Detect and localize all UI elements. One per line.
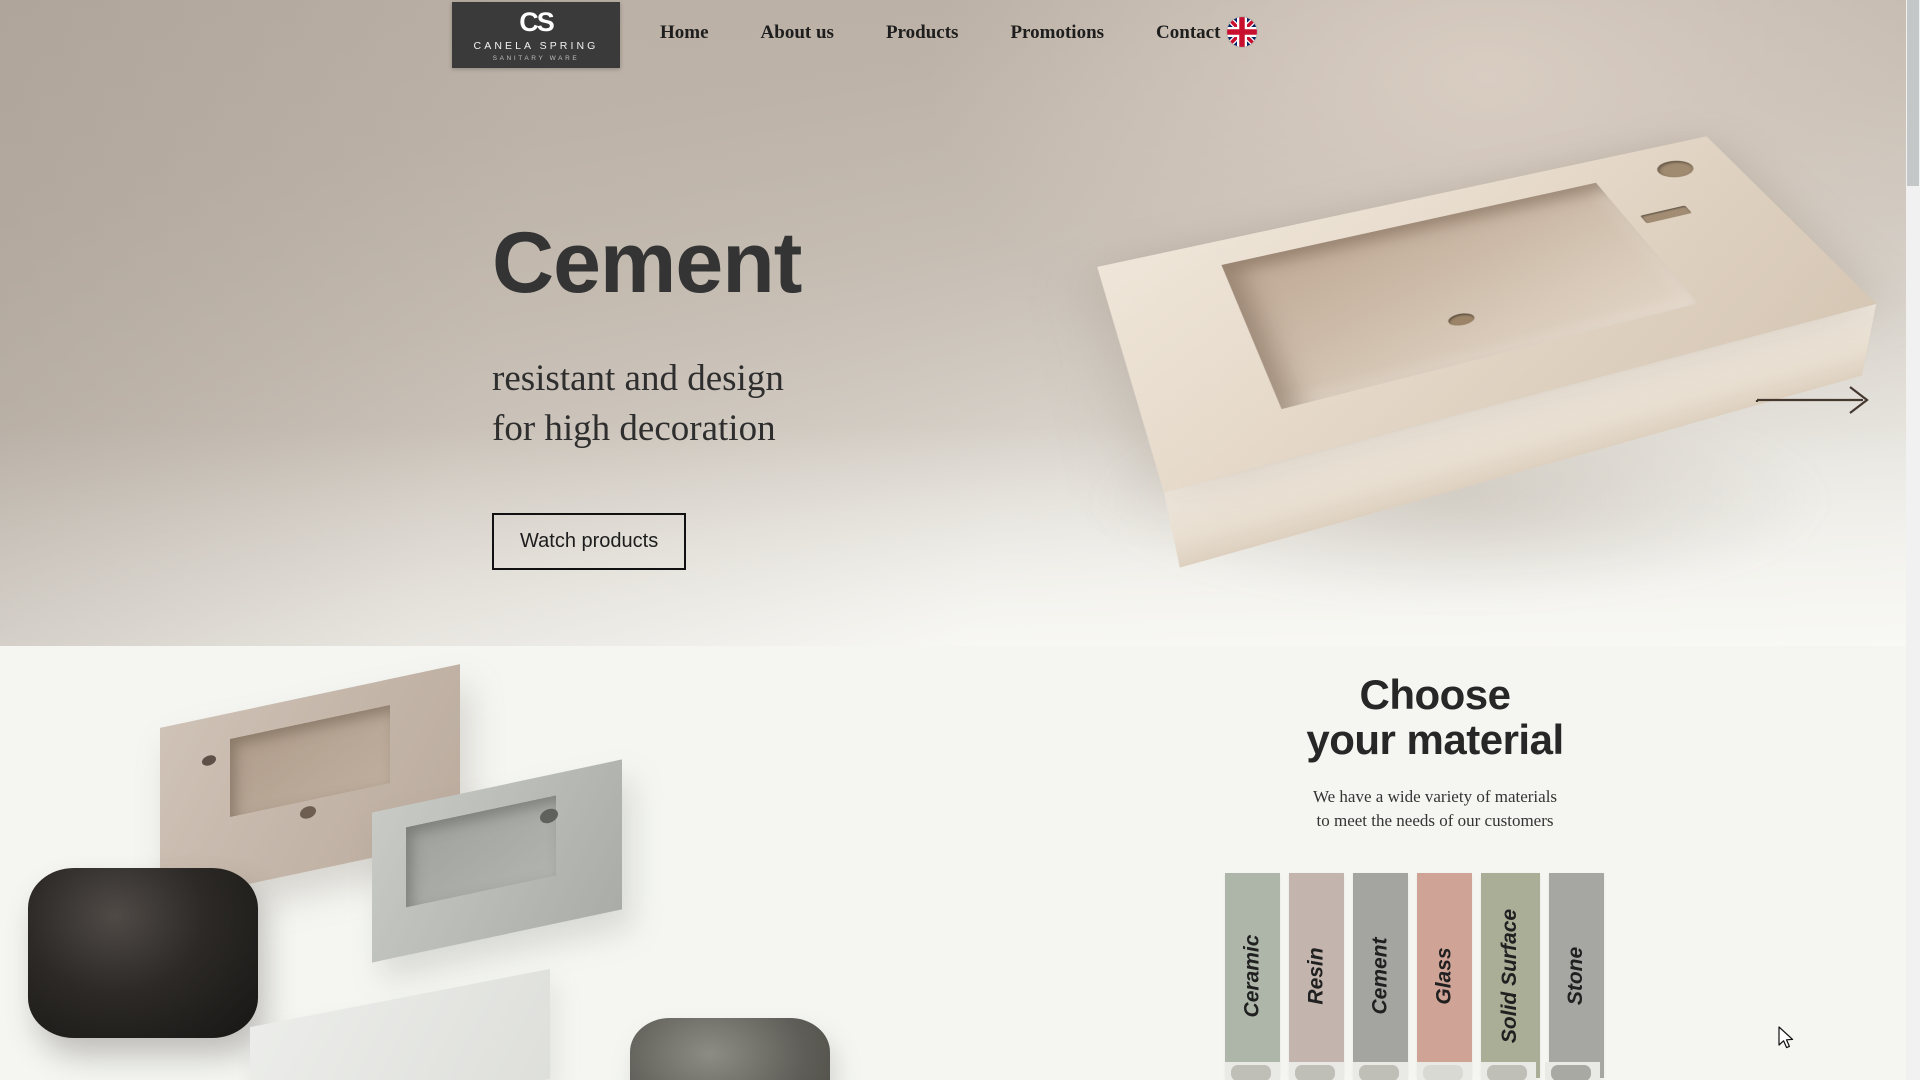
material-swatch-label: Cement <box>1369 937 1393 1014</box>
materials-title: Choose your material <box>1225 672 1645 763</box>
hero-sink-drain <box>1446 311 1478 328</box>
material-thumbnail[interactable] <box>1289 1062 1344 1080</box>
material-swatch-glass[interactable]: Glass <box>1417 873 1472 1078</box>
materials-section: Choose your material We have a wide vari… <box>0 646 1906 1080</box>
material-thumbnail[interactable] <box>1353 1062 1408 1080</box>
collage-sink-beige-basin <box>230 705 390 817</box>
collage-sink-black <box>28 868 258 1038</box>
material-swatch-label: Solid Surface <box>1499 908 1523 1042</box>
nav-item-contact[interactable]: Contact <box>1156 22 1220 44</box>
material-swatch-solid-surface[interactable]: Solid Surface <box>1481 873 1540 1078</box>
materials-description: We have a wide variety of materials to m… <box>1225 785 1645 833</box>
hero-subtitle-line-1: resistant and design <box>492 358 784 399</box>
nav-item-about-us[interactable]: About us <box>761 22 834 44</box>
collage-sink-gray-basin <box>406 795 556 907</box>
main-navigation: Home About us Products Promotions Contac… <box>660 22 1220 44</box>
hero-title: Cement <box>492 220 1112 306</box>
material-thumbnail-row <box>1225 1062 1600 1080</box>
hero-subtitle-line-2: for high decoration <box>492 408 776 449</box>
watch-products-button[interactable]: Watch products <box>492 513 686 570</box>
collage-sink-white <box>250 969 550 1080</box>
nav-item-promotions[interactable]: Promotions <box>1010 22 1104 44</box>
logo[interactable]: CS CANELA SPRING SANITARY WARE <box>452 2 620 68</box>
materials-title-line-1: Choose <box>1359 671 1510 718</box>
material-swatch-resin[interactable]: Resin <box>1289 873 1344 1078</box>
hero-subtitle: resistant and design for high decoration <box>492 354 1112 453</box>
hero-product-image <box>1060 30 1906 630</box>
material-swatches: Ceramic Resin Cement Glass Solid Surface… <box>1225 873 1604 1078</box>
nav-item-home[interactable]: Home <box>660 22 709 44</box>
material-thumbnail[interactable] <box>1417 1062 1472 1080</box>
logo-monogram: CS <box>519 9 553 36</box>
material-swatch-label: Glass <box>1433 947 1457 1004</box>
site-header: CS CANELA SPRING SANITARY WARE Home Abou… <box>0 0 1906 68</box>
material-swatch-cement[interactable]: Cement <box>1353 873 1408 1078</box>
material-swatch-ceramic[interactable]: Ceramic <box>1225 873 1280 1078</box>
logo-company-name: CANELA SPRING <box>474 40 599 52</box>
nav-item-products[interactable]: Products <box>886 22 958 44</box>
vertical-scrollbar[interactable] <box>1906 0 1920 1080</box>
materials-description-line-2: to meet the needs of our customers <box>1317 811 1554 830</box>
hero-sink-body <box>1097 136 1876 492</box>
products-collage-image <box>0 646 900 1080</box>
hero-copy: Cement resistant and design for high dec… <box>492 220 1112 570</box>
material-thumbnail[interactable] <box>1481 1062 1536 1080</box>
material-swatch-label: Ceramic <box>1241 934 1265 1017</box>
hero-sink-taphole <box>1652 158 1699 180</box>
materials-description-line-1: We have a wide variety of materials <box>1313 787 1557 806</box>
collage-sink-beige-drain <box>300 805 316 820</box>
scrollbar-thumb[interactable] <box>1907 0 1919 186</box>
collage-sink-dark <box>630 1018 830 1080</box>
material-thumbnail[interactable] <box>1225 1062 1280 1080</box>
logo-tagline: SANITARY WARE <box>493 55 580 62</box>
page-root: Cement resistant and design for high dec… <box>0 0 1920 1080</box>
collage-sink-beige-taphole <box>202 754 216 767</box>
hero-section: Cement resistant and design for high dec… <box>0 0 1906 646</box>
materials-title-line-2: your material <box>1306 716 1563 763</box>
material-thumbnail[interactable] <box>1545 1062 1600 1080</box>
uk-flag-icon[interactable] <box>1227 17 1257 47</box>
material-swatch-stone[interactable]: Stone <box>1549 873 1604 1078</box>
hero-sink-overflow-slot <box>1640 205 1692 223</box>
materials-heading-block: Choose your material We have a wide vari… <box>1225 672 1645 833</box>
material-swatch-label: Resin <box>1305 947 1329 1004</box>
arrow-right-icon[interactable] <box>1755 380 1875 420</box>
material-swatch-label: Stone <box>1565 946 1589 1004</box>
